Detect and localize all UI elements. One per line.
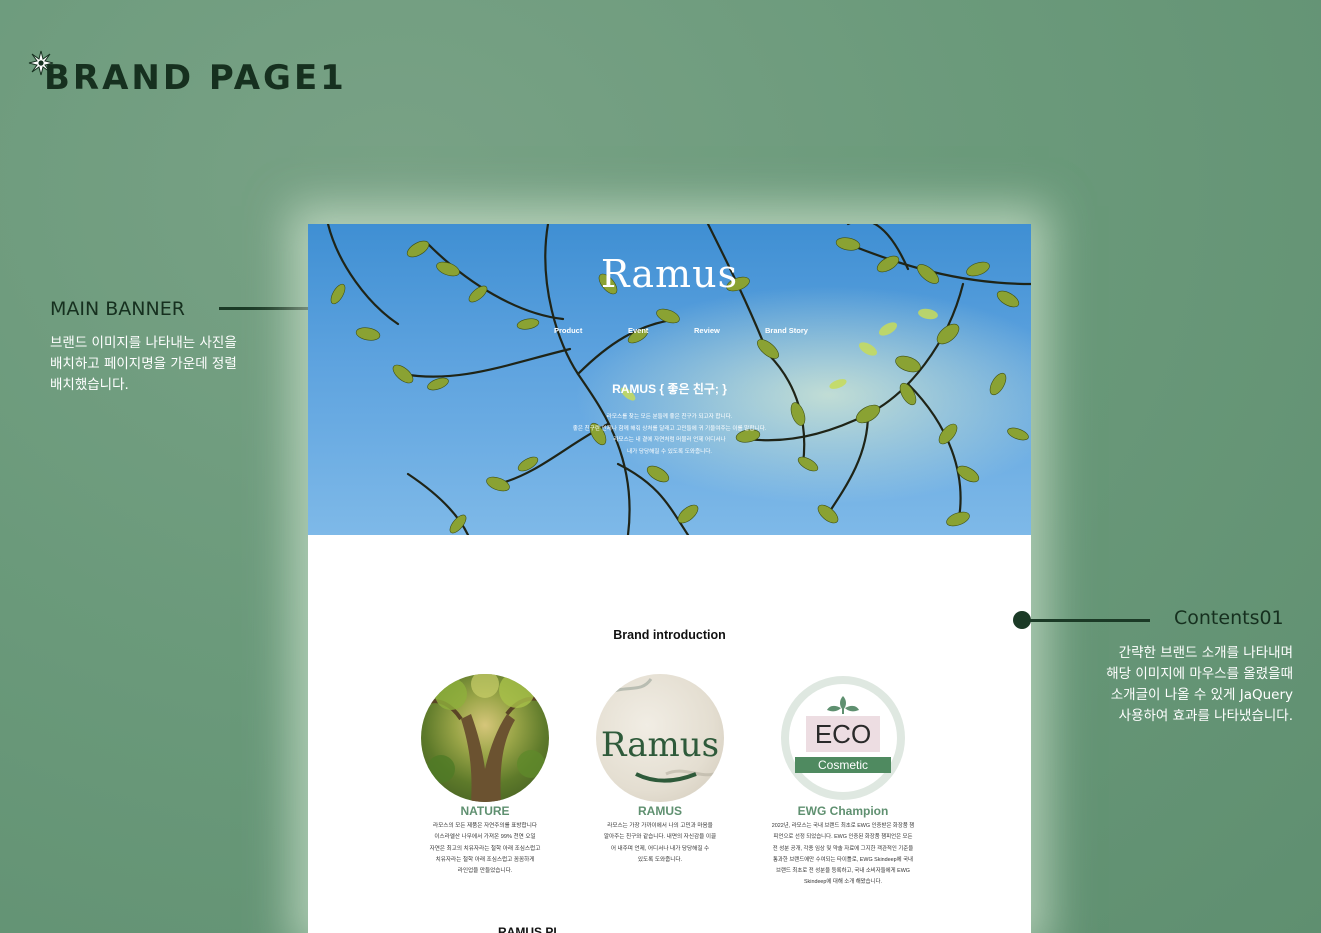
badge-eco-text: ECO bbox=[814, 719, 872, 749]
hero-text: 라모스를 찾는 모든 분들께 좋은 친구가 되고자 합니다. 좋은 친구란 언제… bbox=[308, 412, 1031, 458]
badge-cosmetic-text: Cosmetic bbox=[817, 758, 868, 772]
annotation-line: 사용하여 효과를 나타냈습니다. bbox=[1118, 708, 1293, 724]
eco-cosmetic-badge[interactable]: ECO Cosmetic bbox=[779, 674, 907, 802]
card-description: 라모스는 가장 가까이에서 나의 고민과 마음을 알아주는 친구와 같습니다. … bbox=[570, 821, 750, 866]
card-description: 라모스의 모든 제품은 자연주의를 표방합니다 이스라엘산 나무에서 가져온 9… bbox=[395, 821, 575, 877]
card-description: 2022년, 라모스는 국내 브랜드 최초로 EWG 인증받은 화장품 챔 피언… bbox=[753, 821, 933, 889]
svg-text:Ramus: Ramus bbox=[601, 725, 719, 765]
desc-line: Skindeep에 대해 소개 해왔습니다. bbox=[803, 879, 883, 886]
annotation-line: 브랜드 이미지를 나타내는 사진을 bbox=[50, 335, 237, 351]
hero-line: 라모스는 내 곁에 자연처럼 머물러 언제 어디서나 bbox=[613, 437, 726, 443]
nature-tree-image[interactable] bbox=[421, 674, 549, 802]
annotation-line: 배치하고 페이지명을 가운데 정렬 bbox=[50, 356, 237, 372]
next-section-title: RAMUS PL bbox=[498, 925, 561, 933]
intro-card-ewg[interactable]: ECO Cosmetic EWG Champion 2022년, 라모스는 국내… bbox=[753, 674, 933, 889]
contents01-annotation-desc: 간략한 브랜드 소개를 나타내며 해당 이미지에 마우스를 올렸을때 소개글이 … bbox=[1106, 643, 1293, 727]
annotation-line: 해당 이미지에 마우스를 올렸을때 bbox=[1106, 666, 1293, 682]
hero-line: 라모스를 찾는 모든 분들께 좋은 친구가 되고자 합니다. bbox=[606, 414, 733, 420]
desc-line: 라모스의 모든 제품은 자연주의를 표방합니다 bbox=[433, 823, 537, 829]
desc-line: 라인업을 만들었습니다. bbox=[457, 868, 513, 875]
desc-line: 치유자라는 철학 아래 조심스럽고 꼼꼼하게 bbox=[435, 856, 535, 863]
main-banner-annotation-title: MAIN BANNER bbox=[50, 298, 185, 320]
desc-line: 라모스는 가장 가까이에서 나의 고민과 마음을 bbox=[607, 823, 713, 829]
website-mockup: Ramus Product Event Review Brand Story R… bbox=[308, 224, 1031, 933]
brand-introduction-title: Brand introduction bbox=[613, 628, 726, 642]
desc-line: 어 내주며 언제, 어디서나 내가 당당해질 수 bbox=[610, 845, 710, 852]
ramus-logo[interactable]: Ramus bbox=[308, 252, 1031, 296]
intro-card-nature[interactable]: NATURE 라모스의 모든 제품은 자연주의를 표방합니다 이스라엘산 나무에… bbox=[395, 674, 575, 877]
card-title: EWG Champion bbox=[797, 804, 889, 818]
desc-line: 통과한 브랜드에만 수여되는 타이틀로, EWG Skindeep에 국내 bbox=[772, 856, 914, 863]
main-banner: Ramus Product Event Review Brand Story R… bbox=[308, 224, 1031, 535]
hero-line: 내가 당당해질 수 있도록 도와줍니다. bbox=[627, 448, 712, 455]
annotation-line: 배치했습니다. bbox=[50, 377, 129, 393]
desc-line: 전 성분 공개, 각종 임상 및 약솔 자료에 그지한 객관적인 기준을 bbox=[772, 845, 914, 852]
main-nav: Product Event Review Brand Story bbox=[308, 326, 1031, 340]
desc-line: 자연은 최고의 치유자라는 철학 아래 조심스럽고 bbox=[429, 845, 541, 852]
hero-line: 좋은 친구란 언제나 함께 해줘 상처를 달래고 고민들에 귀 기울여주는 이를… bbox=[572, 425, 767, 432]
ramus-logo-image[interactable]: Ramus bbox=[596, 674, 724, 802]
desc-line: 알아주는 친구와 같습니다. 내면의 자신감을 이끌 bbox=[603, 834, 717, 841]
desc-line: 이스라엘산 나무에서 가져온 99% 천연 오일 bbox=[434, 834, 536, 841]
desc-line: 있도록 도와줍니다. bbox=[637, 856, 683, 863]
main-banner-connector-line bbox=[219, 307, 311, 310]
card-title: RAMUS bbox=[638, 804, 682, 818]
desc-line: 브랜드 최초로 전 성분을 등록하고, 국내 소비자들에게 EWG bbox=[776, 868, 910, 875]
hero-heading: RAMUS { 좋은 친구; } bbox=[612, 382, 727, 396]
desc-line: 피언으로 선정 되었습니다. EWG 인증된 화장품 챔피언은 모든 bbox=[773, 834, 913, 841]
nav-item-brand-story[interactable]: Brand Story bbox=[765, 326, 808, 335]
annotation-line: 간략한 브랜드 소개를 나타내며 bbox=[1118, 645, 1293, 661]
main-banner-annotation-desc: 브랜드 이미지를 나타내는 사진을 배치하고 페이지명을 가운데 정렬 배치했습… bbox=[50, 333, 237, 396]
contents01-annotation-title: Contents01 bbox=[1174, 607, 1284, 629]
nav-item-event[interactable]: Event bbox=[628, 326, 648, 335]
nav-item-product[interactable]: Product bbox=[554, 326, 582, 335]
card-title: NATURE bbox=[460, 804, 510, 818]
annotation-line: 소개글이 나올 수 있게 JaQuery bbox=[1110, 687, 1293, 703]
contents01-connector-line bbox=[1022, 619, 1150, 622]
nav-item-review[interactable]: Review bbox=[694, 326, 720, 335]
intro-card-ramus[interactable]: Ramus RAMUS 라모스는 가장 가까이에서 나의 고민과 마음을 알아주… bbox=[570, 674, 750, 866]
page-title: BRAND PAGE1 bbox=[44, 58, 347, 98]
desc-line: 2022년, 라모스는 국내 브랜드 최초로 EWG 인증받은 화장품 챔 bbox=[771, 823, 915, 829]
